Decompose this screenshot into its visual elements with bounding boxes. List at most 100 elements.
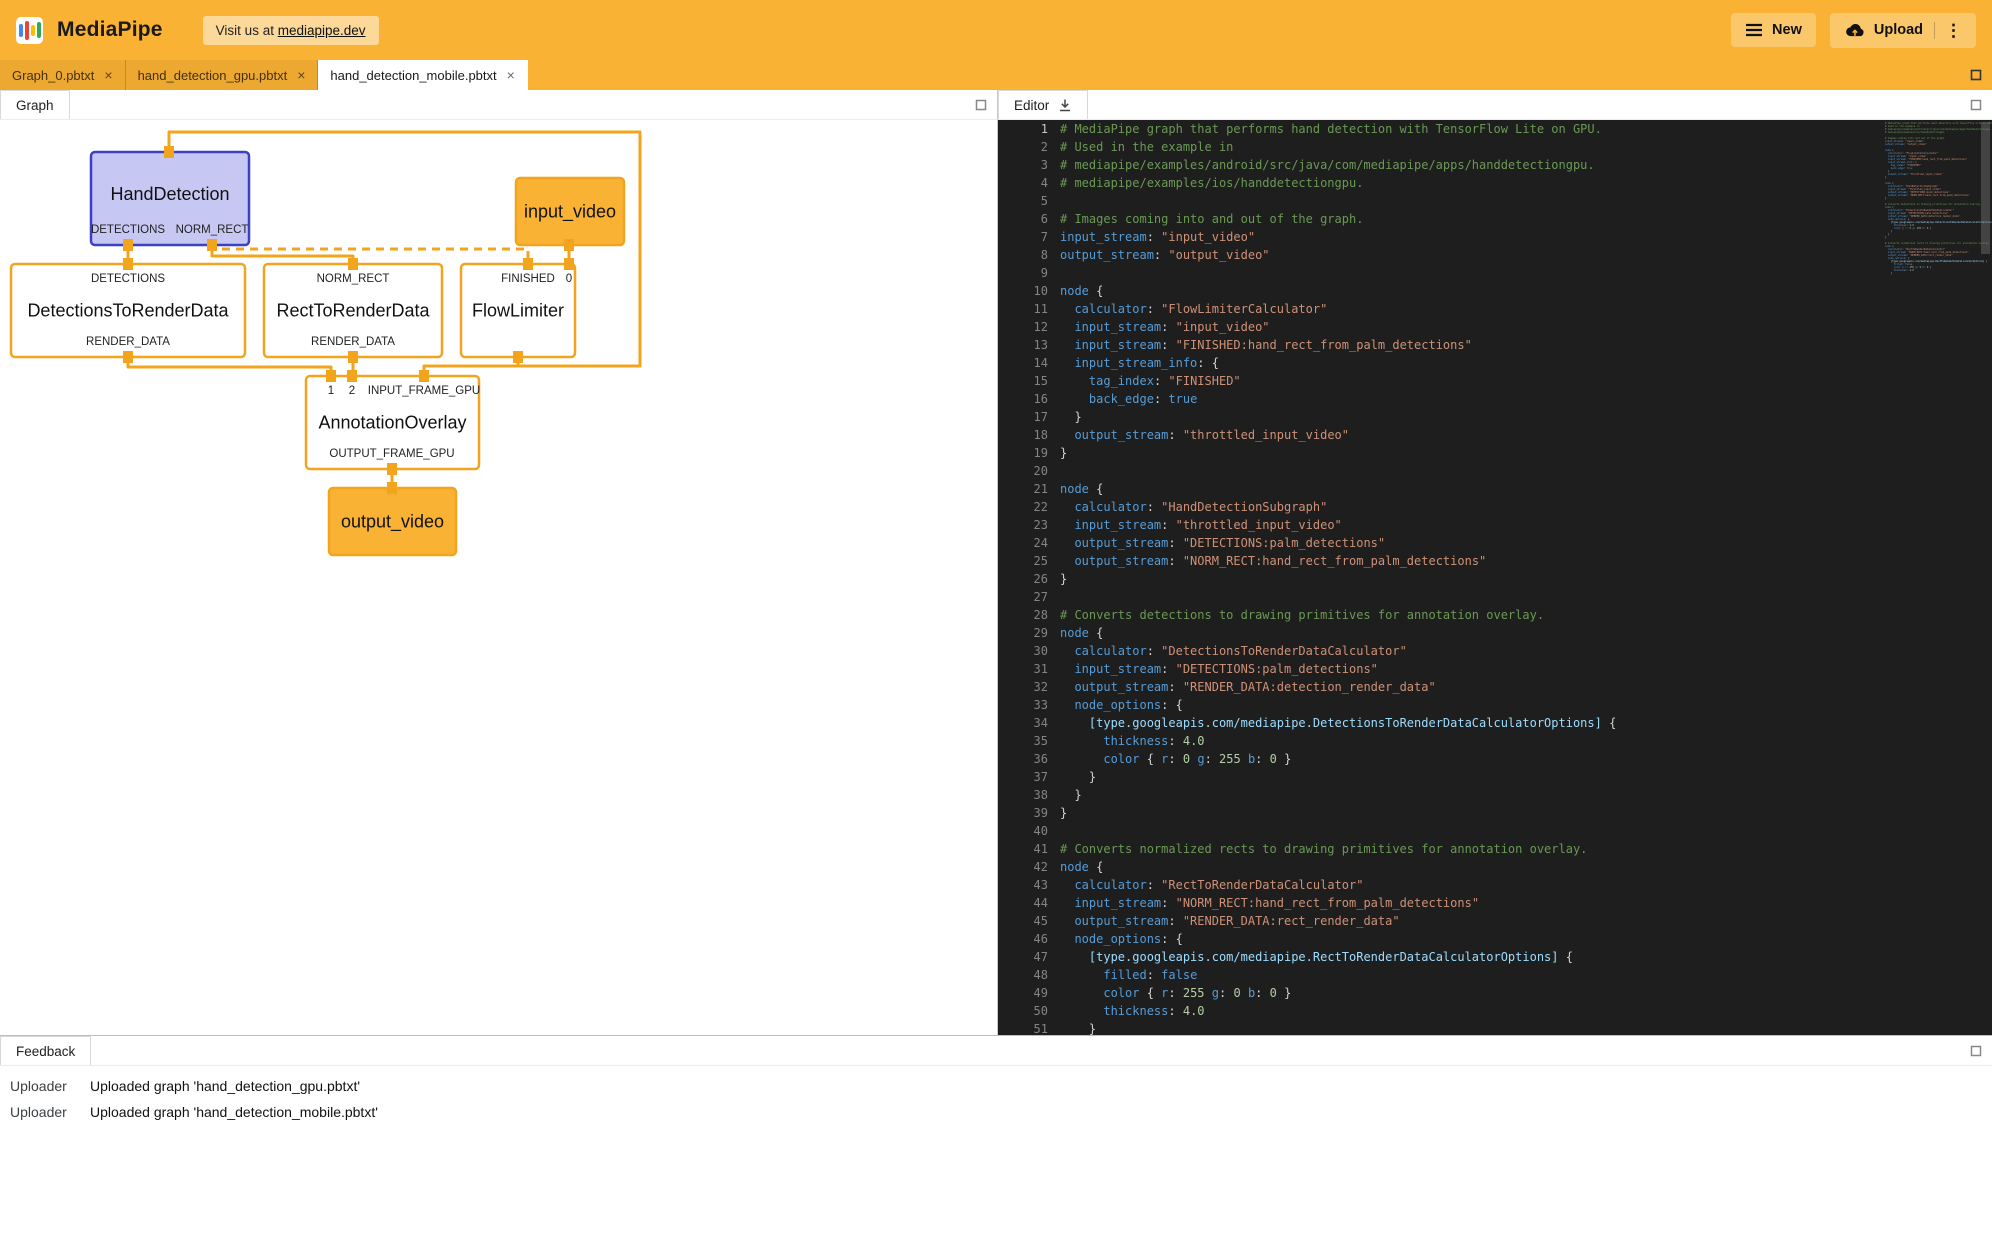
- code-line[interactable]: 35 thickness: 4.0: [998, 732, 1880, 750]
- code-line[interactable]: 34 [type.googleapis.com/mediapipe.Detect…: [998, 714, 1880, 732]
- code-line[interactable]: 19}: [998, 444, 1880, 462]
- port-square[interactable]: [326, 370, 336, 382]
- code-line[interactable]: 14 input_stream_info: {: [998, 354, 1880, 372]
- scrollbar-thumb[interactable]: [1981, 122, 1990, 254]
- port-square[interactable]: [123, 351, 133, 363]
- code-line[interactable]: 50 thickness: 4.0: [998, 1002, 1880, 1020]
- graph-node-annotation-overlay[interactable]: AnnotationOverlay12INPUT_FRAME_GPUOUTPUT…: [306, 370, 480, 475]
- port-square[interactable]: [348, 351, 358, 363]
- tab-Graph_0.pbtxt[interactable]: Graph_0.pbtxt×: [0, 60, 126, 90]
- code-line[interactable]: 23 input_stream: "throttled_input_video": [998, 516, 1880, 534]
- code-line[interactable]: 25 output_stream: "NORM_RECT:hand_rect_f…: [998, 552, 1880, 570]
- code-line[interactable]: 31 input_stream: "DETECTIONS:palm_detect…: [998, 660, 1880, 678]
- port-square[interactable]: [387, 463, 397, 475]
- code-line[interactable]: 46 node_options: {: [998, 930, 1880, 948]
- code-line[interactable]: 45 output_stream: "RENDER_DATA:rect_rend…: [998, 912, 1880, 930]
- code-line[interactable]: 49 color { r: 255 g: 0 b: 0 }: [998, 984, 1880, 1002]
- port-square[interactable]: [123, 258, 133, 270]
- line-number: 42: [998, 858, 1048, 876]
- close-tab-icon[interactable]: ×: [104, 67, 112, 83]
- code-line[interactable]: 2# Used in the example in: [998, 138, 1880, 156]
- port-square[interactable]: [387, 482, 397, 494]
- code-line[interactable]: 6# Images coming into and out of the gra…: [998, 210, 1880, 228]
- code-line[interactable]: 15 tag_index: "FINISHED": [998, 372, 1880, 390]
- code-line[interactable]: 48 filled: false: [998, 966, 1880, 984]
- maximize-icon[interactable]: [1970, 69, 1982, 81]
- code-line[interactable]: 16 back_edge: true: [998, 390, 1880, 408]
- code-line[interactable]: 30 calculator: "DetectionsToRenderDataCa…: [998, 642, 1880, 660]
- tab-hand_detection_gpu.pbtxt[interactable]: hand_detection_gpu.pbtxt×: [126, 60, 319, 90]
- code-line[interactable]: 24 output_stream: "DETECTIONS:palm_detec…: [998, 534, 1880, 552]
- port-square[interactable]: [523, 258, 533, 270]
- code-line[interactable]: 41# Converts normalized rects to drawing…: [998, 840, 1880, 858]
- code-line[interactable]: 29node {: [998, 624, 1880, 642]
- graph-node-detections-to-render-data[interactable]: DetectionsToRenderDataDETECTIONSRENDER_D…: [11, 258, 245, 363]
- port-square[interactable]: [348, 258, 358, 270]
- line-number: 32: [998, 678, 1048, 696]
- code-line[interactable]: 43 calculator: "RectToRenderDataCalculat…: [998, 876, 1880, 894]
- code-line[interactable]: 11 calculator: "FlowLimiterCalculator": [998, 300, 1880, 318]
- port-square[interactable]: [207, 239, 217, 251]
- mediapipe-dev-link[interactable]: mediapipe.dev: [278, 23, 366, 38]
- port-square[interactable]: [123, 239, 133, 251]
- close-tab-icon[interactable]: ×: [297, 67, 305, 83]
- code-line[interactable]: 32 output_stream: "RENDER_DATA:detection…: [998, 678, 1880, 696]
- feedback-tab[interactable]: Feedback: [0, 1036, 91, 1065]
- code-line[interactable]: 9: [998, 264, 1880, 282]
- code-line[interactable]: 20: [998, 462, 1880, 480]
- port-square[interactable]: [419, 370, 429, 382]
- new-button[interactable]: New: [1731, 13, 1816, 47]
- code-line[interactable]: 10node {: [998, 282, 1880, 300]
- code-line[interactable]: 13 input_stream: "FINISHED:hand_rect_fro…: [998, 336, 1880, 354]
- graph-node-hand-detection[interactable]: HandDetectionDETECTIONSNORM_RECT: [91, 146, 249, 251]
- code-editor[interactable]: 1# MediaPipe graph that performs hand de…: [998, 120, 1992, 1035]
- graph-node-output-video[interactable]: output_video: [329, 482, 456, 555]
- upload-button[interactable]: Upload ⋮: [1830, 13, 1976, 48]
- editor-tab[interactable]: Editor: [998, 90, 1088, 119]
- port-square[interactable]: [564, 239, 574, 251]
- port-square[interactable]: [513, 351, 523, 363]
- code-line[interactable]: 4# mediapipe/examples/ios/handdetectiong…: [998, 174, 1880, 192]
- code-line[interactable]: 39}: [998, 804, 1880, 822]
- port-square[interactable]: [564, 258, 574, 270]
- code-line[interactable]: 1# MediaPipe graph that performs hand de…: [998, 120, 1880, 138]
- code-line[interactable]: 5: [998, 192, 1880, 210]
- graph-canvas[interactable]: HandDetectionDETECTIONSNORM_RECT input_vi…: [0, 120, 997, 1035]
- code-line[interactable]: 47 [type.googleapis.com/mediapipe.RectTo…: [998, 948, 1880, 966]
- upload-menu-icon[interactable]: ⋮: [1934, 22, 1962, 39]
- code-line[interactable]: 33 node_options: {: [998, 696, 1880, 714]
- code-line[interactable]: 38 }: [998, 786, 1880, 804]
- download-icon[interactable]: [1058, 98, 1072, 112]
- code-line[interactable]: 7input_stream: "input_video": [998, 228, 1880, 246]
- minimap[interactable]: # MediaPipe graph that performs hand det…: [1880, 120, 1992, 1035]
- code-line[interactable]: 8output_stream: "output_video": [998, 246, 1880, 264]
- graph-node-flow-limiter[interactable]: FlowLimiterFINISHED0: [461, 258, 575, 363]
- code-line[interactable]: 44 input_stream: "NORM_RECT:hand_rect_fr…: [998, 894, 1880, 912]
- graph-node-input-video[interactable]: input_video: [516, 178, 624, 251]
- graph-node-rect-to-render-data[interactable]: RectToRenderDataNORM_RECTRENDER_DATA: [264, 258, 442, 363]
- line-number: 4: [998, 174, 1048, 192]
- code-line[interactable]: 36 color { r: 0 g: 255 b: 0 }: [998, 750, 1880, 768]
- port-square[interactable]: [347, 370, 357, 382]
- code-line[interactable]: 17 }: [998, 408, 1880, 426]
- expand-graph-icon[interactable]: [975, 99, 987, 111]
- code-line[interactable]: 37 }: [998, 768, 1880, 786]
- code-line[interactable]: 40: [998, 822, 1880, 840]
- code-line[interactable]: 51 }: [998, 1020, 1880, 1035]
- expand-feedback-icon[interactable]: [1970, 1045, 1982, 1057]
- code-area[interactable]: 1# MediaPipe graph that performs hand de…: [998, 120, 1880, 1035]
- code-line[interactable]: 42node {: [998, 858, 1880, 876]
- code-line[interactable]: 27: [998, 588, 1880, 606]
- expand-editor-icon[interactable]: [1970, 99, 1982, 111]
- code-line[interactable]: 12 input_stream: "input_video": [998, 318, 1880, 336]
- close-tab-icon[interactable]: ×: [507, 67, 515, 83]
- code-line[interactable]: 26}: [998, 570, 1880, 588]
- code-line[interactable]: 28# Converts detections to drawing primi…: [998, 606, 1880, 624]
- code-line[interactable]: 21node {: [998, 480, 1880, 498]
- code-line[interactable]: 22 calculator: "HandDetectionSubgraph": [998, 498, 1880, 516]
- graph-tab[interactable]: Graph: [0, 90, 70, 119]
- code-line[interactable]: 18 output_stream: "throttled_input_video…: [998, 426, 1880, 444]
- port-square[interactable]: [164, 146, 174, 158]
- code-line[interactable]: 3# mediapipe/examples/android/src/java/c…: [998, 156, 1880, 174]
- tab-hand_detection_mobile.pbtxt[interactable]: hand_detection_mobile.pbtxt×: [318, 60, 527, 90]
